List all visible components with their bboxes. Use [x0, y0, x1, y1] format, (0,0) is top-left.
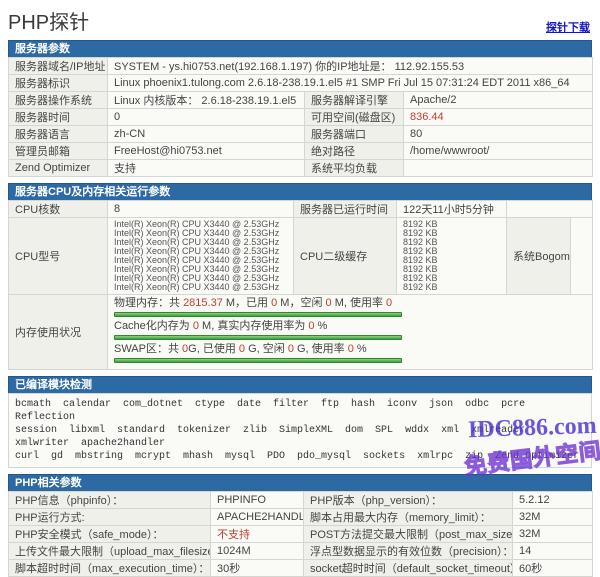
row-value: 60秒 — [513, 560, 593, 577]
row-value: Linux phoenix1.tulong.com 2.6.18-238.19.… — [108, 75, 593, 92]
cpu-memory-table: CPU核数 8 服务器已运行时间 122天11小时5分钟 CPU型号 Intel… — [8, 200, 593, 370]
row-label: CPU核数 — [9, 201, 108, 218]
memory-usage-block: 物理内存：共 2815.37 M，已用 0 M，空闲 0 M, 使用率 0 Cac… — [114, 297, 586, 363]
table-row: CPU型号 Intel(R) Xeon(R) CPU X3440 @ 2.53G… — [9, 218, 593, 295]
row-label: 服务器标识 — [9, 75, 108, 92]
row-value-empty — [507, 201, 593, 218]
row-label: 管理员邮箱 — [9, 143, 108, 160]
row-label: PHP版本（php_version）： — [304, 492, 513, 509]
row-label: 服务器已运行时间 — [294, 201, 397, 218]
row-value: 32M — [513, 526, 593, 543]
row-value: SYSTEM - ys.hi0753.net(192.168.1.197) 你的… — [108, 58, 593, 75]
row-label: PHP安全模式（safe_mode）： — [9, 526, 211, 543]
module-list-line: session libxml standard tokenizer zlib S… — [15, 424, 585, 450]
table-row: 内存使用状况 物理内存：共 2815.37 M，已用 0 M，空闲 0 M, 使… — [9, 295, 593, 370]
row-label: 系统平均负载 — [305, 160, 404, 177]
row-label: Zend Optimizer — [9, 160, 108, 177]
memory-usage-bar — [114, 358, 402, 363]
row-value: 8 — [108, 201, 294, 218]
row-label: 绝对路径 — [305, 143, 404, 160]
cpu-cache-list: 8192 KB8192 KB8192 KB8192 KB8192 KB8192 … — [403, 220, 500, 292]
memory-stat-line: SWAP区：共 0G, 已使用 0 G, 空闲 0 G, 使用率 0 % — [114, 343, 586, 356]
module-list-line: bcmath calendar com_dotnet ctype date fi… — [15, 398, 585, 424]
row-value-empty — [571, 218, 593, 295]
row-label: 服务器操作系统 — [9, 92, 108, 109]
row-label: 浮点型数据显示的有效位数（precision）： — [304, 543, 513, 560]
section-server-params-title: 服务器参数 — [8, 40, 592, 57]
section-php-params-title: PHP相关参数 — [8, 474, 592, 491]
row-value: 不支持 — [211, 526, 304, 543]
table-row: 服务器域名/IP地址 SYSTEM - ys.hi0753.net(192.16… — [9, 58, 593, 75]
topbar: PHP探针 探针下载 — [8, 0, 592, 40]
row-label: 服务器语言 — [9, 126, 108, 143]
table-row: 管理员邮箱 FreeHost@hi0753.net 绝对路径 /home/www… — [9, 143, 593, 160]
memory-stat-line: 物理内存：共 2815.37 M，已用 0 M，空闲 0 M, 使用率 0 — [114, 297, 586, 310]
row-value: 30秒 — [211, 560, 304, 577]
cpu-cache-line: 8192 KB — [403, 283, 500, 292]
section-cpu-memory: 服务器CPU及内存相关运行参数 CPU核数 8 服务器已运行时间 122天11小… — [8, 183, 592, 370]
table-row: PHP运行方式: APACHE2HANDLER 脚本占用最大内存（memory_… — [9, 509, 593, 526]
table-row: Zend Optimizer 支持 系统平均负载 — [9, 160, 593, 177]
row-value: FreeHost@hi0753.net — [108, 143, 305, 160]
row-value: Linux 内核版本： 2.6.18-238.19.1.el5 — [108, 92, 305, 109]
php-probe-page: PHP探针 探针下载 服务器参数 服务器域名/IP地址 SYSTEM - ys.… — [0, 0, 600, 577]
row-value: /home/wwwroot/ — [404, 143, 593, 160]
row-value: 122天11小时5分钟 — [397, 201, 507, 218]
cpu-model-list: Intel(R) Xeon(R) CPU X3440 @ 2.53GHzInte… — [114, 220, 287, 292]
module-list-line: curl gd mbstring mcrypt mhash mysql PDO … — [15, 450, 585, 463]
table-row: PHP安全模式（safe_mode）： 不支持 POST方法提交最大限制（pos… — [9, 526, 593, 543]
section-server-params: 服务器参数 服务器域名/IP地址 SYSTEM - ys.hi0753.net(… — [8, 40, 592, 177]
server-params-table: 服务器域名/IP地址 SYSTEM - ys.hi0753.net(192.16… — [8, 57, 593, 177]
row-value: 1024M — [211, 543, 304, 560]
table-row: CPU核数 8 服务器已运行时间 122天11小时5分钟 — [9, 201, 593, 218]
row-value: 0 — [108, 109, 305, 126]
row-label: PHP运行方式: — [9, 509, 211, 526]
row-value: 支持 — [108, 160, 305, 177]
row-label: 服务器端口 — [305, 126, 404, 143]
row-label: PHP信息（phpinfo）： — [9, 492, 211, 509]
php-params-table: PHP信息（phpinfo）： PHPINFO PHP版本（php_versio… — [8, 491, 593, 577]
row-label: 服务器解译引擎 — [305, 92, 404, 109]
table-row: PHP信息（phpinfo）： PHPINFO PHP版本（php_versio… — [9, 492, 593, 509]
probe-download-link[interactable]: 探针下载 — [546, 19, 590, 35]
row-label: POST方法提交最大限制（post_max_size）： — [304, 526, 513, 543]
row-value: 836.44 — [404, 109, 593, 126]
row-value: 14 — [513, 543, 593, 560]
row-label: 脚本超时时间（max_execution_time）： — [9, 560, 211, 577]
row-label: 服务器域名/IP地址 — [9, 58, 108, 75]
section-modules: 已编译模块检测 bcmath calendar com_dotnet ctype… — [8, 376, 592, 468]
module-list: bcmath calendar com_dotnet ctype date fi… — [8, 393, 592, 468]
row-label: 服务器时间 — [9, 109, 108, 126]
table-row: 服务器时间 0 可用空间(磁盘区) 836.44 — [9, 109, 593, 126]
phpinfo-value: PHPINFO — [211, 492, 304, 509]
row-label: socket超时时间（default_socket_timeout）： — [304, 560, 513, 577]
row-label: CPU型号 — [9, 218, 108, 295]
row-value: Apache/2 — [404, 92, 593, 109]
page-title: PHP探针 — [8, 6, 89, 35]
row-value: 32M — [513, 509, 593, 526]
cpu-model-line: Intel(R) Xeon(R) CPU X3440 @ 2.53GHz — [114, 283, 287, 292]
row-label: 内存使用状况 — [9, 295, 108, 370]
row-value: APACHE2HANDLER — [211, 509, 304, 526]
section-modules-title: 已编译模块检测 — [8, 376, 592, 393]
table-row: 上传文件最大限制（upload_max_filesize）： 1024M 浮点型… — [9, 543, 593, 560]
row-label: 脚本占用最大内存（memory_limit）： — [304, 509, 513, 526]
section-cpu-memory-title: 服务器CPU及内存相关运行参数 — [8, 183, 592, 200]
row-label: CPU二级缓存 — [294, 218, 397, 295]
table-row: 服务器语言 zh-CN 服务器端口 80 — [9, 126, 593, 143]
row-label: 系统Bogomips — [507, 218, 571, 295]
memory-usage-bar — [114, 312, 402, 317]
memory-usage-bar — [114, 335, 402, 340]
memory-stat-line: Cache化内存为 0 M, 真实内存使用率为 0 % — [114, 320, 586, 333]
row-value: zh-CN — [108, 126, 305, 143]
row-value: 5.2.12 — [513, 492, 593, 509]
section-php-params: PHP相关参数 PHP信息（phpinfo）： PHPINFO PHP版本（ph… — [8, 474, 592, 577]
row-label: 上传文件最大限制（upload_max_filesize）： — [9, 543, 211, 560]
row-value — [404, 160, 593, 177]
table-row: 脚本超时时间（max_execution_time）： 30秒 socket超时… — [9, 560, 593, 577]
row-label: 可用空间(磁盘区) — [305, 109, 404, 126]
row-value: 80 — [404, 126, 593, 143]
table-row: 服务器标识 Linux phoenix1.tulong.com 2.6.18-2… — [9, 75, 593, 92]
table-row: 服务器操作系统 Linux 内核版本： 2.6.18-238.19.1.el5 … — [9, 92, 593, 109]
